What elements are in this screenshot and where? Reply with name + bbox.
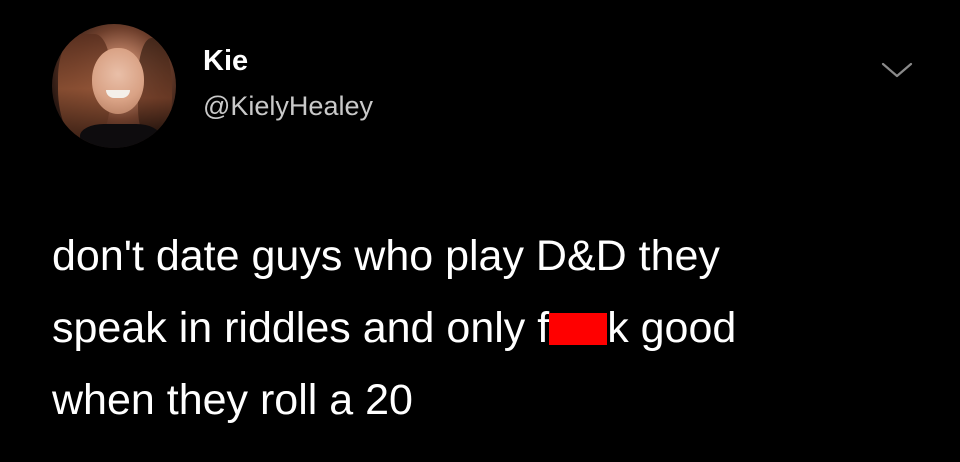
avatar[interactable]: [52, 24, 176, 148]
author-handle[interactable]: @KielyHealey: [203, 90, 373, 122]
tweet-card: Kie @KielyHealey don't date guys who pla…: [0, 0, 960, 462]
chevron-down-icon[interactable]: [879, 58, 915, 82]
tweet-line: when they roll a 20: [52, 376, 413, 424]
avatar-face: [92, 48, 144, 114]
tweet-text-fragment: k good: [607, 304, 737, 352]
tweet-line: speak in riddles and only f k good: [52, 292, 932, 364]
tweet-text-fragment: speak in riddles and only f: [52, 304, 550, 352]
tweet-body: don't date guys who play D&D they speak …: [52, 220, 932, 436]
avatar-clothing: [80, 124, 160, 148]
censor-bar: [549, 313, 608, 345]
tweet-line: don't date guys who play D&D they: [52, 232, 720, 280]
author-display-name[interactable]: Kie: [203, 44, 248, 78]
